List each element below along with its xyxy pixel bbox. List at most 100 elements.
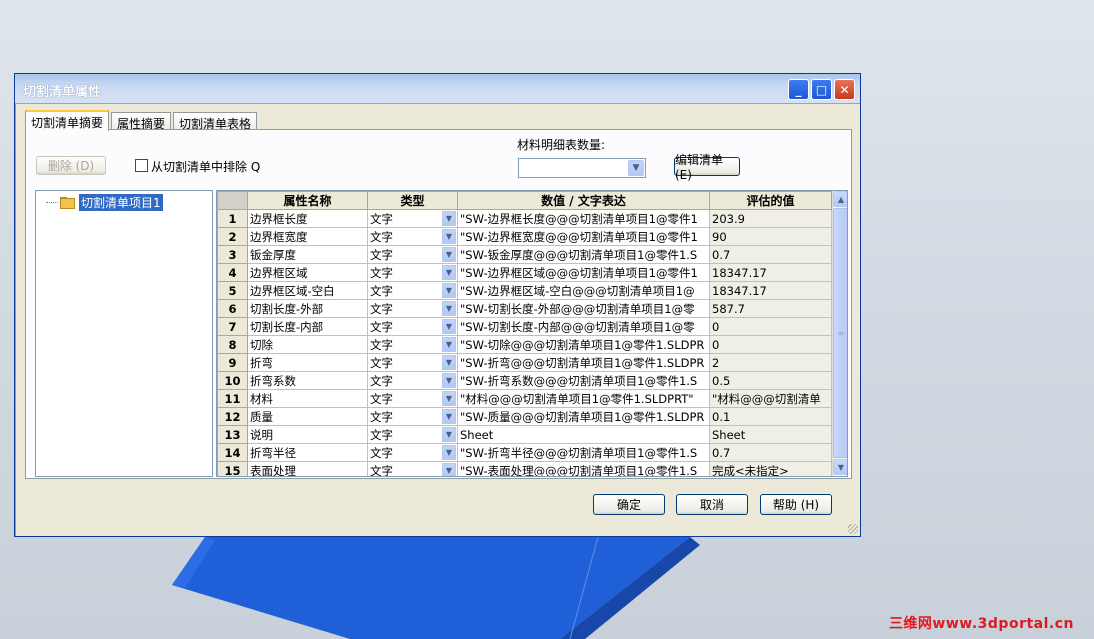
property-name-cell[interactable]: 边界框区域-空白 bbox=[247, 281, 368, 300]
chevron-down-icon[interactable]: ▼ bbox=[442, 445, 456, 460]
chevron-down-icon[interactable]: ▼ bbox=[628, 160, 644, 176]
type-cell[interactable]: 文字 ▼ bbox=[367, 353, 458, 372]
value-expression-cell[interactable]: "SW-表面处理@@@切割清单项目1@零件1.S bbox=[457, 461, 710, 476]
chevron-down-icon[interactable]: ▼ bbox=[442, 283, 456, 298]
value-expression-cell[interactable]: "SW-边界框区域-空白@@@切割清单项目1@ bbox=[457, 281, 710, 300]
tree-item-cut-list-item[interactable]: 切割清单项目1 bbox=[46, 194, 163, 211]
property-name-cell[interactable]: 边界框区域 bbox=[247, 263, 368, 282]
type-cell[interactable]: 文字 ▼ bbox=[367, 245, 458, 264]
chevron-down-icon[interactable]: ▼ bbox=[442, 301, 456, 316]
table-row[interactable]: 14 折弯半径 文字 ▼ "SW-折弯半径@@@切割清单项目1@零件1.S 0.7 bbox=[217, 443, 832, 462]
property-name-cell[interactable]: 材料 bbox=[247, 389, 368, 408]
property-name-cell[interactable]: 说明 bbox=[247, 425, 368, 444]
edit-list-button[interactable]: 编辑清单 (E) bbox=[674, 153, 740, 182]
property-name-cell[interactable]: 折弯 bbox=[247, 353, 368, 372]
vertical-scrollbar[interactable]: ▲ ≡ ▼ bbox=[832, 191, 847, 476]
table-row[interactable]: 10 折弯系数 文字 ▼ "SW-折弯系数@@@切割清单项目1@零件1.S 0.5 bbox=[217, 371, 832, 390]
chevron-down-icon[interactable]: ▼ bbox=[442, 265, 456, 280]
value-expression-cell[interactable]: "SW-钣金厚度@@@切割清单项目1@零件1.S bbox=[457, 245, 710, 264]
table-row[interactable]: 4 边界框区域 文字 ▼ "SW-边界框区域@@@切割清单项目1@零件1 18347.17 bbox=[217, 263, 832, 282]
chevron-down-icon[interactable]: ▼ bbox=[442, 247, 456, 262]
property-name-cell[interactable]: 表面处理 bbox=[247, 461, 368, 476]
value-expression-cell[interactable]: "SW-切割长度-外部@@@切割清单项目1@零 bbox=[457, 299, 710, 318]
type-cell[interactable]: 文字 ▼ bbox=[367, 389, 458, 408]
table-row[interactable]: 3 钣金厚度 文字 ▼ "SW-钣金厚度@@@切割清单项目1@零件1.S 0.7 bbox=[217, 245, 832, 264]
value-expression-cell[interactable]: Sheet bbox=[457, 425, 710, 444]
type-cell[interactable]: 文字 ▼ bbox=[367, 461, 458, 476]
chevron-down-icon[interactable]: ▼ bbox=[442, 319, 456, 334]
type-cell[interactable]: 文字 ▼ bbox=[367, 209, 458, 228]
property-name-cell[interactable]: 折弯系数 bbox=[247, 371, 368, 390]
value-expression-cell[interactable]: "SW-切割长度-内部@@@切割清单项目1@零 bbox=[457, 317, 710, 336]
property-name-cell[interactable]: 切割长度-外部 bbox=[247, 299, 368, 318]
type-cell[interactable]: 文字 ▼ bbox=[367, 425, 458, 444]
column-header-type[interactable]: 类型 bbox=[367, 191, 458, 210]
table-row[interactable]: 9 折弯 文字 ▼ "SW-折弯@@@切割清单项目1@零件1.SLDPR 2 bbox=[217, 353, 832, 372]
property-name-cell[interactable]: 边界框宽度 bbox=[247, 227, 368, 246]
table-row[interactable]: 11 材料 文字 ▼ "材料@@@切割清单项目1@零件1.SLDPRT" "材料@@@切割… bbox=[217, 389, 832, 408]
resize-grip-icon[interactable] bbox=[848, 524, 858, 534]
chevron-down-icon[interactable]: ▼ bbox=[442, 355, 456, 370]
value-expression-cell[interactable]: "SW-边界框长度@@@切割清单项目1@零件1 bbox=[457, 209, 710, 228]
table-row[interactable]: 15 表面处理 文字 ▼ "SW-表面处理@@@切割清单项目1@零件1.S 完成<未指定> bbox=[217, 461, 832, 476]
property-name-cell[interactable]: 钣金厚度 bbox=[247, 245, 368, 264]
close-button[interactable]: ✕ bbox=[834, 79, 855, 100]
minimize-button[interactable]: _ bbox=[788, 79, 809, 100]
chevron-down-icon[interactable]: ▼ bbox=[442, 427, 456, 442]
chevron-down-icon[interactable]: ▼ bbox=[442, 391, 456, 406]
property-name-cell[interactable]: 边界框长度 bbox=[247, 209, 368, 228]
type-cell[interactable]: 文字 ▼ bbox=[367, 281, 458, 300]
property-name-cell[interactable]: 折弯半径 bbox=[247, 443, 368, 462]
bom-quantity-select[interactable]: ▼ bbox=[518, 158, 646, 178]
scroll-up-icon[interactable]: ▲ bbox=[833, 191, 847, 207]
exclude-from-cut-list-checkbox[interactable] bbox=[135, 159, 148, 172]
table-row[interactable]: 2 边界框宽度 文字 ▼ "SW-边界框宽度@@@切割清单项目1@零件1 90 bbox=[217, 227, 832, 246]
table-row[interactable]: 1 边界框长度 文字 ▼ "SW-边界框长度@@@切割清单项目1@零件1 203.9 bbox=[217, 209, 832, 228]
dialog-titlebar[interactable]: 切割清单属性 _ □ ✕ bbox=[15, 74, 860, 104]
cancel-button[interactable]: 取消 bbox=[676, 494, 748, 515]
value-expression-cell[interactable]: "SW-边界框宽度@@@切割清单项目1@零件1 bbox=[457, 227, 710, 246]
type-cell[interactable]: 文字 ▼ bbox=[367, 407, 458, 426]
tab-property-summary[interactable]: 属性摘要 bbox=[111, 112, 172, 131]
scrollbar-thumb[interactable]: ≡ bbox=[833, 208, 847, 458]
chevron-down-icon[interactable]: ▼ bbox=[442, 211, 456, 226]
type-cell[interactable]: 文字 ▼ bbox=[367, 227, 458, 246]
delete-button[interactable]: 删除 (D) bbox=[36, 156, 106, 175]
type-cell[interactable]: 文字 ▼ bbox=[367, 443, 458, 462]
column-header-property-name[interactable]: 属性名称 bbox=[247, 191, 368, 210]
table-row[interactable]: 5 边界框区域-空白 文字 ▼ "SW-边界框区域-空白@@@切割清单项目1@ 18347… bbox=[217, 281, 832, 300]
type-cell[interactable]: 文字 ▼ bbox=[367, 317, 458, 336]
tab-cut-list-table[interactable]: 切割清单表格 bbox=[173, 112, 258, 131]
column-header-value-expression[interactable]: 数值 / 文字表达 bbox=[457, 191, 710, 210]
tab-cut-list-summary[interactable]: 切割清单摘要 bbox=[25, 110, 110, 131]
table-row[interactable]: 8 切除 文字 ▼ "SW-切除@@@切割清单项目1@零件1.SLDPR 0 bbox=[217, 335, 832, 354]
type-cell[interactable]: 文字 ▼ bbox=[367, 299, 458, 318]
grid-corner[interactable] bbox=[217, 191, 248, 210]
help-button[interactable]: 帮助 (H) bbox=[760, 494, 832, 515]
value-expression-cell[interactable]: "SW-边界框区域@@@切割清单项目1@零件1 bbox=[457, 263, 710, 282]
value-expression-cell[interactable]: "SW-切除@@@切割清单项目1@零件1.SLDPR bbox=[457, 335, 710, 354]
scroll-down-icon[interactable]: ▼ bbox=[833, 459, 847, 475]
value-expression-cell[interactable]: "SW-折弯系数@@@切割清单项目1@零件1.S bbox=[457, 371, 710, 390]
value-expression-cell[interactable]: "SW-折弯半径@@@切割清单项目1@零件1.S bbox=[457, 443, 710, 462]
value-expression-cell[interactable]: "SW-质量@@@切割清单项目1@零件1.SLDPR bbox=[457, 407, 710, 426]
type-cell[interactable]: 文字 ▼ bbox=[367, 335, 458, 354]
property-name-cell[interactable]: 切除 bbox=[247, 335, 368, 354]
chevron-down-icon[interactable]: ▼ bbox=[442, 229, 456, 244]
value-expression-cell[interactable]: "材料@@@切割清单项目1@零件1.SLDPRT" bbox=[457, 389, 710, 408]
chevron-down-icon[interactable]: ▼ bbox=[442, 373, 456, 388]
property-name-cell[interactable]: 切割长度-内部 bbox=[247, 317, 368, 336]
chevron-down-icon[interactable]: ▼ bbox=[442, 463, 456, 476]
value-expression-cell[interactable]: "SW-折弯@@@切割清单项目1@零件1.SLDPR bbox=[457, 353, 710, 372]
column-header-evaluated-value[interactable]: 评估的值 bbox=[709, 191, 832, 210]
property-name-cell[interactable]: 质量 bbox=[247, 407, 368, 426]
chevron-down-icon[interactable]: ▼ bbox=[442, 337, 456, 352]
ok-button[interactable]: 确定 bbox=[593, 494, 665, 515]
chevron-down-icon[interactable]: ▼ bbox=[442, 409, 456, 424]
type-cell[interactable]: 文字 ▼ bbox=[367, 263, 458, 282]
table-row[interactable]: 13 说明 文字 ▼ Sheet Sheet bbox=[217, 425, 832, 444]
table-row[interactable]: 7 切割长度-内部 文字 ▼ "SW-切割长度-内部@@@切割清单项目1@零 0 bbox=[217, 317, 832, 336]
maximize-button[interactable]: □ bbox=[811, 79, 832, 100]
table-row[interactable]: 12 质量 文字 ▼ "SW-质量@@@切割清单项目1@零件1.SLDPR 0.1 bbox=[217, 407, 832, 426]
type-cell[interactable]: 文字 ▼ bbox=[367, 371, 458, 390]
